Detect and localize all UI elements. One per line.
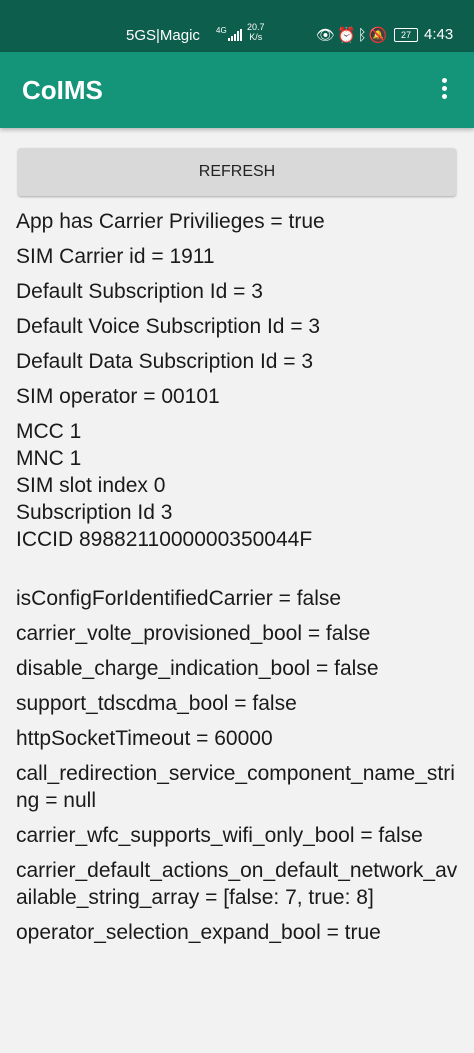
carrier-name: 5GS|Magic bbox=[126, 27, 200, 44]
info-line: support_tdscdma_bool = false bbox=[16, 692, 297, 715]
carrier-config-group: isConfigForIdentifiedCarrier = false carr… bbox=[16, 585, 460, 946]
info-line: carrier_volte_provisioned_bool = false bbox=[16, 622, 371, 645]
refresh-button[interactable]: REFRESH bbox=[18, 148, 456, 196]
app-title: CoIMS bbox=[22, 75, 103, 105]
info-line: SIM operator = 00101 bbox=[16, 385, 220, 408]
info-line: carrier_wfc_supports_wifi_only_bool = fa… bbox=[16, 824, 423, 847]
info-line: httpSocketTimeout = 60000 bbox=[16, 727, 273, 750]
info-line: SIM slot index 0 bbox=[16, 474, 166, 497]
info-line: Default Subscription Id = 3 bbox=[16, 280, 263, 303]
network-type-label: 4G bbox=[216, 26, 227, 35]
battery-icon: 27 bbox=[394, 28, 418, 42]
app-bar: CoIMS bbox=[0, 52, 474, 128]
info-line: operator_selection_expand_bool = true bbox=[16, 921, 381, 944]
alarm-icon: ⏰ bbox=[337, 27, 358, 44]
info-line: call_redirection_service_component_name_… bbox=[16, 762, 455, 812]
status-icons: 👁⏰ᛒ🔕 bbox=[316, 26, 389, 44]
sim-info-group: MCC 1 MNC 1 SIM slot index 0 Subscription I… bbox=[16, 418, 460, 553]
info-line: carrier_default_actions_on_default_netwo… bbox=[16, 859, 458, 909]
eye-icon: 👁 bbox=[316, 27, 338, 44]
network-speed: 20.7 K/s bbox=[247, 22, 265, 42]
info-line: Default Voice Subscription Id = 3 bbox=[16, 315, 321, 338]
mute-icon: 🔕 bbox=[368, 27, 390, 44]
more-options-icon[interactable] bbox=[436, 78, 452, 104]
status-bar: 5GS|Magic 4G 20.7 K/s 👁⏰ᛒ🔕 27 4:43 bbox=[0, 0, 474, 52]
info-line: MNC 1 bbox=[16, 447, 82, 470]
carrier-info-group: App has Carrier Privilieges = true SIM Ca… bbox=[16, 208, 460, 410]
info-line: ICCID 8988211000000350044F bbox=[16, 528, 313, 551]
signal-icon bbox=[228, 29, 242, 41]
speed-value: 20.7 bbox=[247, 22, 265, 32]
info-line: disable_charge_indication_bool = false bbox=[16, 657, 379, 680]
bluetooth-icon: ᛒ bbox=[357, 27, 369, 44]
info-line: Default Data Subscription Id = 3 bbox=[16, 350, 314, 373]
info-list: App has Carrier Privilieges = true SIM Ca… bbox=[16, 208, 460, 954]
speed-unit: K/s bbox=[249, 32, 263, 42]
info-line: App has Carrier Privilieges = true bbox=[16, 210, 325, 233]
info-line: Subscription Id 3 bbox=[16, 501, 173, 524]
clock: 4:43 bbox=[424, 26, 454, 43]
info-line: SIM Carrier id = 1911 bbox=[16, 245, 215, 268]
info-line: isConfigForIdentifiedCarrier = false bbox=[16, 587, 342, 610]
info-line: MCC 1 bbox=[16, 420, 82, 443]
